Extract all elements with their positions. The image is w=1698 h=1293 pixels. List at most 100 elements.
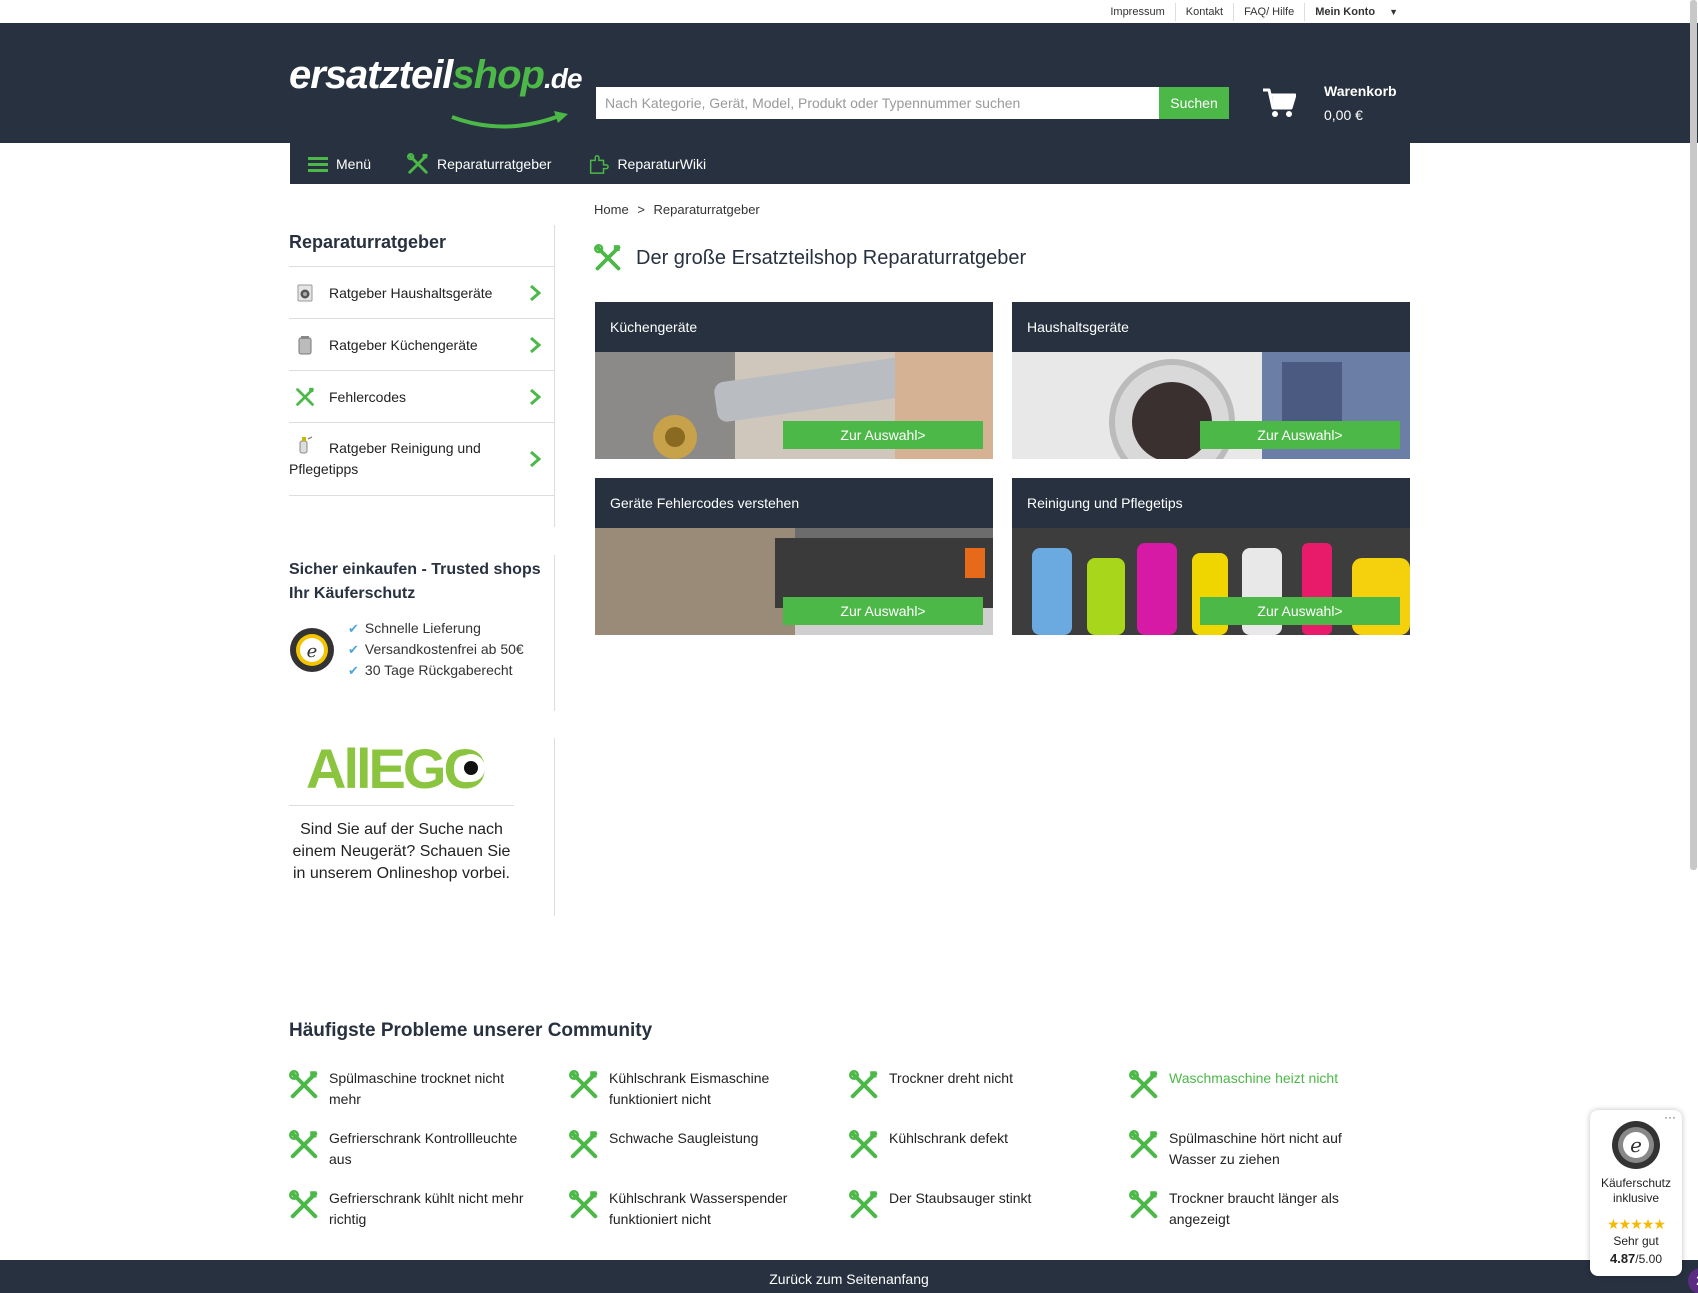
community-problem-link[interactable]: Schwache Saugleistung [569,1128,819,1160]
tile-label: Küchengeräte [595,302,993,352]
tools-icon [289,1070,318,1099]
sidebar-item-label-line2: Pflegetipps [289,461,359,477]
cart-title[interactable]: Warenkorb [1324,83,1397,99]
account-menu[interactable]: Mein Konto ▼ [1305,3,1408,21]
search-button[interactable]: Suchen [1159,87,1229,119]
allego-logo[interactable]: AllEGO [306,738,496,796]
score-value: 4.87 [1609,1251,1636,1266]
trust-divider [554,555,555,711]
cleaning-icon [299,436,313,454]
chevron-right-icon [530,388,541,405]
tools-icon [594,244,621,271]
breadcrumb-separator: > [637,202,645,217]
chevron-right-icon [530,284,541,301]
trusted-shops-widget[interactable]: ··· e Käuferschutz inklusive ★★★★★ Sehr … [1590,1110,1682,1276]
nav-reparaturwiki[interactable]: ReparaturWiki [569,143,724,184]
sidebar-item-reinigung[interactable]: Ratgeber Reinigung und Pflegetipps [289,423,555,496]
tile-select-button[interactable]: Zur Auswahl> [1200,421,1400,449]
more-options-icon[interactable]: ··· [1664,1110,1676,1124]
allego-text: Sind Sie auf der Suche nach einem Neuger… [292,821,511,882]
sidebar-title: Reparaturratgeber [289,225,555,267]
nav-menu-label: Menü [336,155,372,172]
community-problem-link[interactable]: Waschmaschine heizt nicht [1129,1068,1379,1100]
back-to-top-bar[interactable]: Zurück zum Seitenanfang [0,1260,1698,1293]
community-problem-link[interactable]: Spülmaschine trocknet nicht mehr [289,1068,539,1110]
account-label: Mein Konto [1315,5,1376,18]
site-header: ersatzteilshop.de Nach Kategorie, Gerät,… [0,23,1698,143]
faq-link[interactable]: FAQ/ Hilfe [1234,2,1306,21]
tools-icon [407,152,428,174]
rating-score: 4.87/5.00 [1590,1251,1682,1266]
trust-point-label: Schnelle Lieferung [364,620,481,636]
nav-reparaturwiki-label: ReparaturWiki [617,155,707,172]
washing-machine-icon [297,284,313,301]
community-problem-label: Schwache Saugleistung [609,1130,759,1146]
breadcrumb-current: Reparaturratgeber [653,202,760,217]
tile-label: Geräte Fehlercodes verstehen [595,478,993,528]
svg-text:e: e [1630,1133,1642,1157]
community-problem-label: Kühlschrank Wasserspender funktioniert n… [609,1190,788,1227]
rating-text: Sehr gut [1613,1234,1659,1248]
tools-icon [569,1070,598,1099]
top-links: Impressum Kontakt FAQ/ Hilfe Mein Konto ▼ [1100,0,1408,23]
community-problem-link[interactable]: Spülmaschine hört nicht auf Wasser zu zi… [1129,1128,1379,1170]
search-input[interactable]: Nach Kategorie, Gerät, Model, Produkt od… [596,87,1159,119]
tile-kuechengeraete[interactable]: Küchengeräte Zur Auswahl> [595,302,993,459]
community-problem-link[interactable]: Trockner braucht länger als angezeigt [1129,1188,1379,1230]
trust-point: ✔ Schnelle Lieferung [348,618,524,639]
sidebar-item-haushaltsgeraete[interactable]: Ratgeber Haushaltsgeräte [289,267,555,319]
community-problem-link[interactable]: Trockner dreht nicht [849,1068,1099,1100]
kontakt-link[interactable]: Kontakt [1176,2,1235,21]
community-problem-link[interactable]: Gefrierschrank Kontrollleuchte aus [289,1128,539,1170]
caret-down-icon: ▼ [1389,6,1398,17]
trust-point-label: 30 Tage Rückgaberecht [364,662,513,678]
tile-haushaltsgeraete[interactable]: Haushaltsgeräte Zur Auswahl> [1012,302,1410,459]
tools-icon [1129,1130,1158,1159]
rating-stars: ★★★★★ [1607,1216,1666,1232]
tile-select-button[interactable]: Zur Auswahl> [1200,597,1400,625]
tools-icon [1129,1190,1158,1219]
tile-select-button[interactable]: Zur Auswahl> [783,597,983,625]
community-problem-link[interactable]: Kühlschrank Eismaschine funktioniert nic… [569,1068,819,1110]
trusted-shops-seal-icon[interactable]: e [289,627,335,673]
breadcrumb-home[interactable]: Home [594,202,629,217]
cart-total: 0,00 € [1324,107,1363,123]
score-max: /5.00 [1635,1252,1662,1266]
page-title: Der große Ersatzteilshop Reparaturratgeb… [594,244,1026,272]
trust-points: ✔ Schnelle Lieferung ✔ Versandkostenfrei a… [348,618,524,681]
tile-select-button[interactable]: Zur Auswahl> [783,421,983,449]
community-problem-link[interactable]: Der Staubsauger stinkt [849,1188,1099,1220]
impressum-link[interactable]: Impressum [1100,2,1176,21]
community-problem-label: Gefrierschrank kühlt nicht mehr richtig [329,1190,524,1227]
sidebar-item-fehlercodes[interactable]: Fehlercodes [289,371,555,423]
check-icon: ✔ [348,621,359,636]
allego-vline [554,738,555,916]
trust-title: Sicher einkaufen - Trusted shops Ihr Käu… [289,561,541,602]
site-logo[interactable]: ersatzteilshop.de [289,53,582,98]
sidebar-item-kuechengeraete[interactable]: Ratgeber Küchengeräte [289,319,555,371]
community-problem-link[interactable]: Kühlschrank defekt [849,1128,1099,1160]
community-problem-link[interactable]: Kühlschrank Wasserspender funktioniert n… [569,1188,819,1230]
tile-reinigung[interactable]: Reinigung und Pflegetips Zur Auswahl> [1012,478,1410,635]
community-problem-label: Waschmaschine heizt nicht [1169,1070,1339,1086]
nav-reparaturratgeber[interactable]: Reparaturratgeber [389,143,569,184]
scrollbar[interactable] [1689,0,1698,1293]
logo-tld: .de [543,63,582,94]
trusted-shops-seal-icon: e [1612,1121,1660,1169]
sidebar-item-label: Ratgeber Haushaltsgeräte [329,285,493,301]
community-problem-label: Trockner dreht nicht [889,1070,1013,1086]
sidebar-divider [554,225,555,527]
nav-menu[interactable]: Menü [290,143,389,184]
community-problem-label: Kühlschrank defekt [889,1130,1009,1146]
tools-icon [849,1130,878,1159]
tools-icon [289,1130,318,1159]
logo-text-green: shop [452,53,545,97]
trust-point: ✔ 30 Tage Rückgaberecht [348,660,524,681]
cart-icon[interactable] [1262,87,1296,119]
main-nav: Menü Reparaturratgeber ReparaturWiki [290,143,1410,184]
page-title-text: Der große Ersatzteilshop Reparaturratgeb… [636,246,1027,269]
community-problem-link[interactable]: Gefrierschrank kühlt nicht mehr richtig [289,1188,539,1230]
tile-fehlercodes[interactable]: Geräte Fehlercodes verstehen Zur Auswahl… [595,478,993,635]
search-placeholder: Nach Kategorie, Gerät, Model, Produkt od… [605,95,1021,111]
logo-text: ersatzteil [289,53,453,97]
